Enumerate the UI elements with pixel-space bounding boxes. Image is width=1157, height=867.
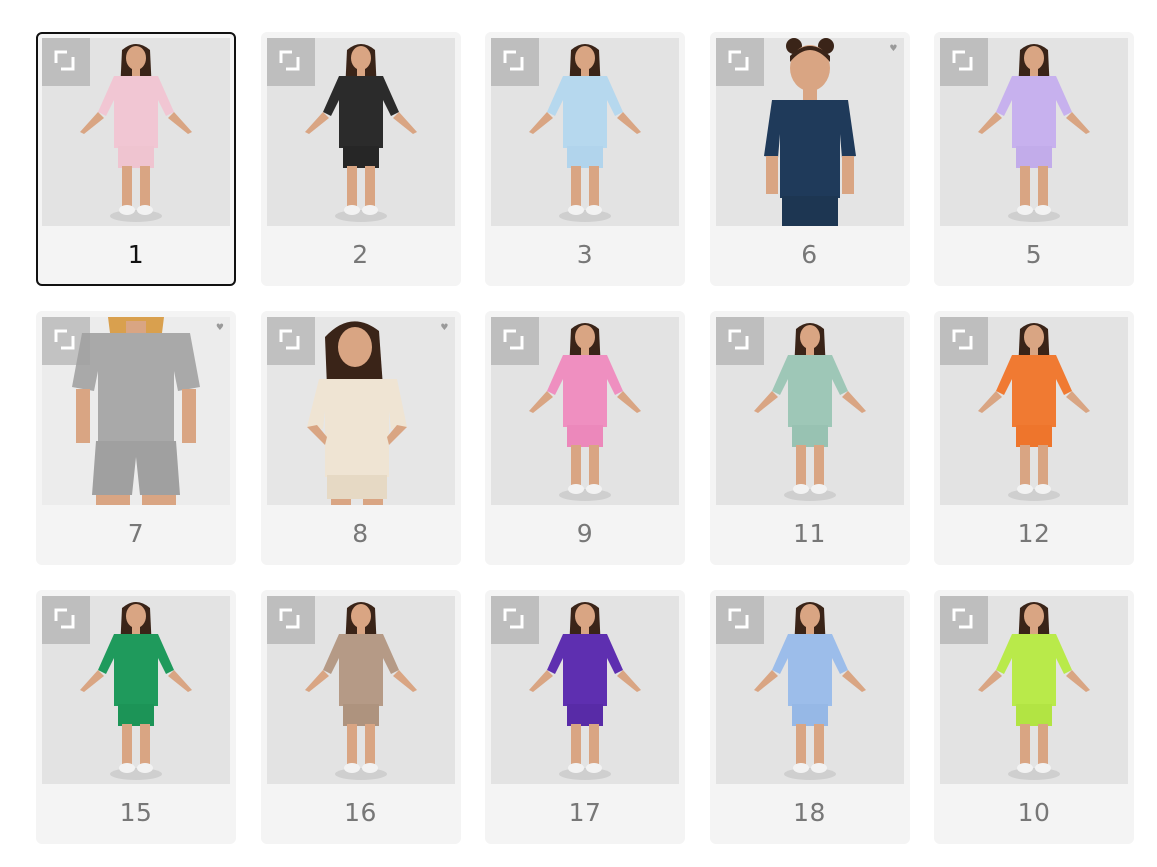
variant-image: ♥ bbox=[266, 317, 455, 505]
variant-label: 12 bbox=[1017, 519, 1051, 548]
variant-label: 10 bbox=[1017, 798, 1051, 827]
variant-image bbox=[491, 317, 679, 505]
variant-card-12[interactable]: 12 bbox=[934, 311, 1134, 565]
variant-card-3[interactable]: 3 bbox=[485, 32, 685, 286]
variant-card-9[interactable]: 9 bbox=[485, 311, 685, 565]
variant-card-7[interactable]: ♥ 7 bbox=[36, 311, 236, 565]
variant-image bbox=[266, 596, 455, 784]
heart-icon[interactable]: ♥ bbox=[889, 44, 897, 54]
variant-image bbox=[42, 38, 230, 226]
variant-label: 18 bbox=[793, 798, 826, 827]
variant-card-17[interactable]: 17 bbox=[485, 590, 685, 844]
variant-label: 15 bbox=[119, 798, 153, 827]
expand-corners-icon[interactable] bbox=[715, 317, 764, 365]
expand-corners-icon[interactable] bbox=[491, 38, 539, 86]
expand-corners-icon[interactable] bbox=[42, 38, 90, 86]
expand-corners-icon[interactable] bbox=[266, 317, 315, 365]
variant-label: 16 bbox=[344, 798, 377, 827]
expand-corners-icon[interactable] bbox=[940, 596, 988, 644]
heart-icon[interactable]: ♥ bbox=[216, 323, 224, 333]
expand-corners-icon[interactable] bbox=[940, 38, 988, 86]
variant-card-8[interactable]: ♥ 8 bbox=[260, 311, 461, 565]
expand-corners-icon[interactable] bbox=[715, 38, 764, 86]
variant-label: 11 bbox=[793, 519, 826, 548]
variant-card-16[interactable]: 16 bbox=[260, 590, 461, 844]
expand-corners-icon[interactable] bbox=[491, 317, 539, 365]
variant-image: ♥ bbox=[715, 38, 904, 226]
variant-label: 5 bbox=[1025, 240, 1043, 269]
expand-corners-icon[interactable] bbox=[42, 596, 90, 644]
variant-card-6[interactable]: ♥ 6 bbox=[709, 32, 910, 286]
variant-grid: 1 2 3 ♥ 6 5 ♥ 7 ♥ 8 9 11 12 15 16 17 18 … bbox=[36, 32, 1134, 844]
variant-card-2[interactable]: 2 bbox=[260, 32, 461, 286]
variant-image: ♥ bbox=[42, 317, 230, 505]
expand-corners-icon[interactable] bbox=[42, 317, 90, 365]
expand-corners-icon[interactable] bbox=[715, 596, 764, 644]
variant-label: 6 bbox=[801, 240, 818, 269]
variant-label: 9 bbox=[576, 519, 594, 548]
expand-corners-icon[interactable] bbox=[266, 596, 315, 644]
variant-image bbox=[42, 596, 230, 784]
variant-label: 7 bbox=[127, 519, 145, 548]
variant-card-10[interactable]: 10 bbox=[934, 590, 1134, 844]
variant-card-1[interactable]: 1 bbox=[36, 32, 236, 286]
variant-image bbox=[491, 38, 679, 226]
variant-label: 2 bbox=[352, 240, 369, 269]
variant-image bbox=[715, 317, 904, 505]
variant-label: 17 bbox=[568, 798, 602, 827]
expand-corners-icon[interactable] bbox=[940, 317, 988, 365]
variant-image bbox=[940, 317, 1128, 505]
variant-image bbox=[940, 38, 1128, 226]
variant-card-15[interactable]: 15 bbox=[36, 590, 236, 844]
variant-label: 1 bbox=[127, 240, 145, 269]
variant-label: 3 bbox=[576, 240, 594, 269]
variant-image bbox=[491, 596, 679, 784]
variant-image bbox=[266, 38, 455, 226]
variant-card-18[interactable]: 18 bbox=[709, 590, 910, 844]
variant-label: 8 bbox=[352, 519, 369, 548]
variant-card-5[interactable]: 5 bbox=[934, 32, 1134, 286]
expand-corners-icon[interactable] bbox=[266, 38, 315, 86]
heart-icon[interactable]: ♥ bbox=[440, 323, 448, 333]
variant-image bbox=[715, 596, 904, 784]
variant-card-11[interactable]: 11 bbox=[709, 311, 910, 565]
variant-image bbox=[940, 596, 1128, 784]
expand-corners-icon[interactable] bbox=[491, 596, 539, 644]
